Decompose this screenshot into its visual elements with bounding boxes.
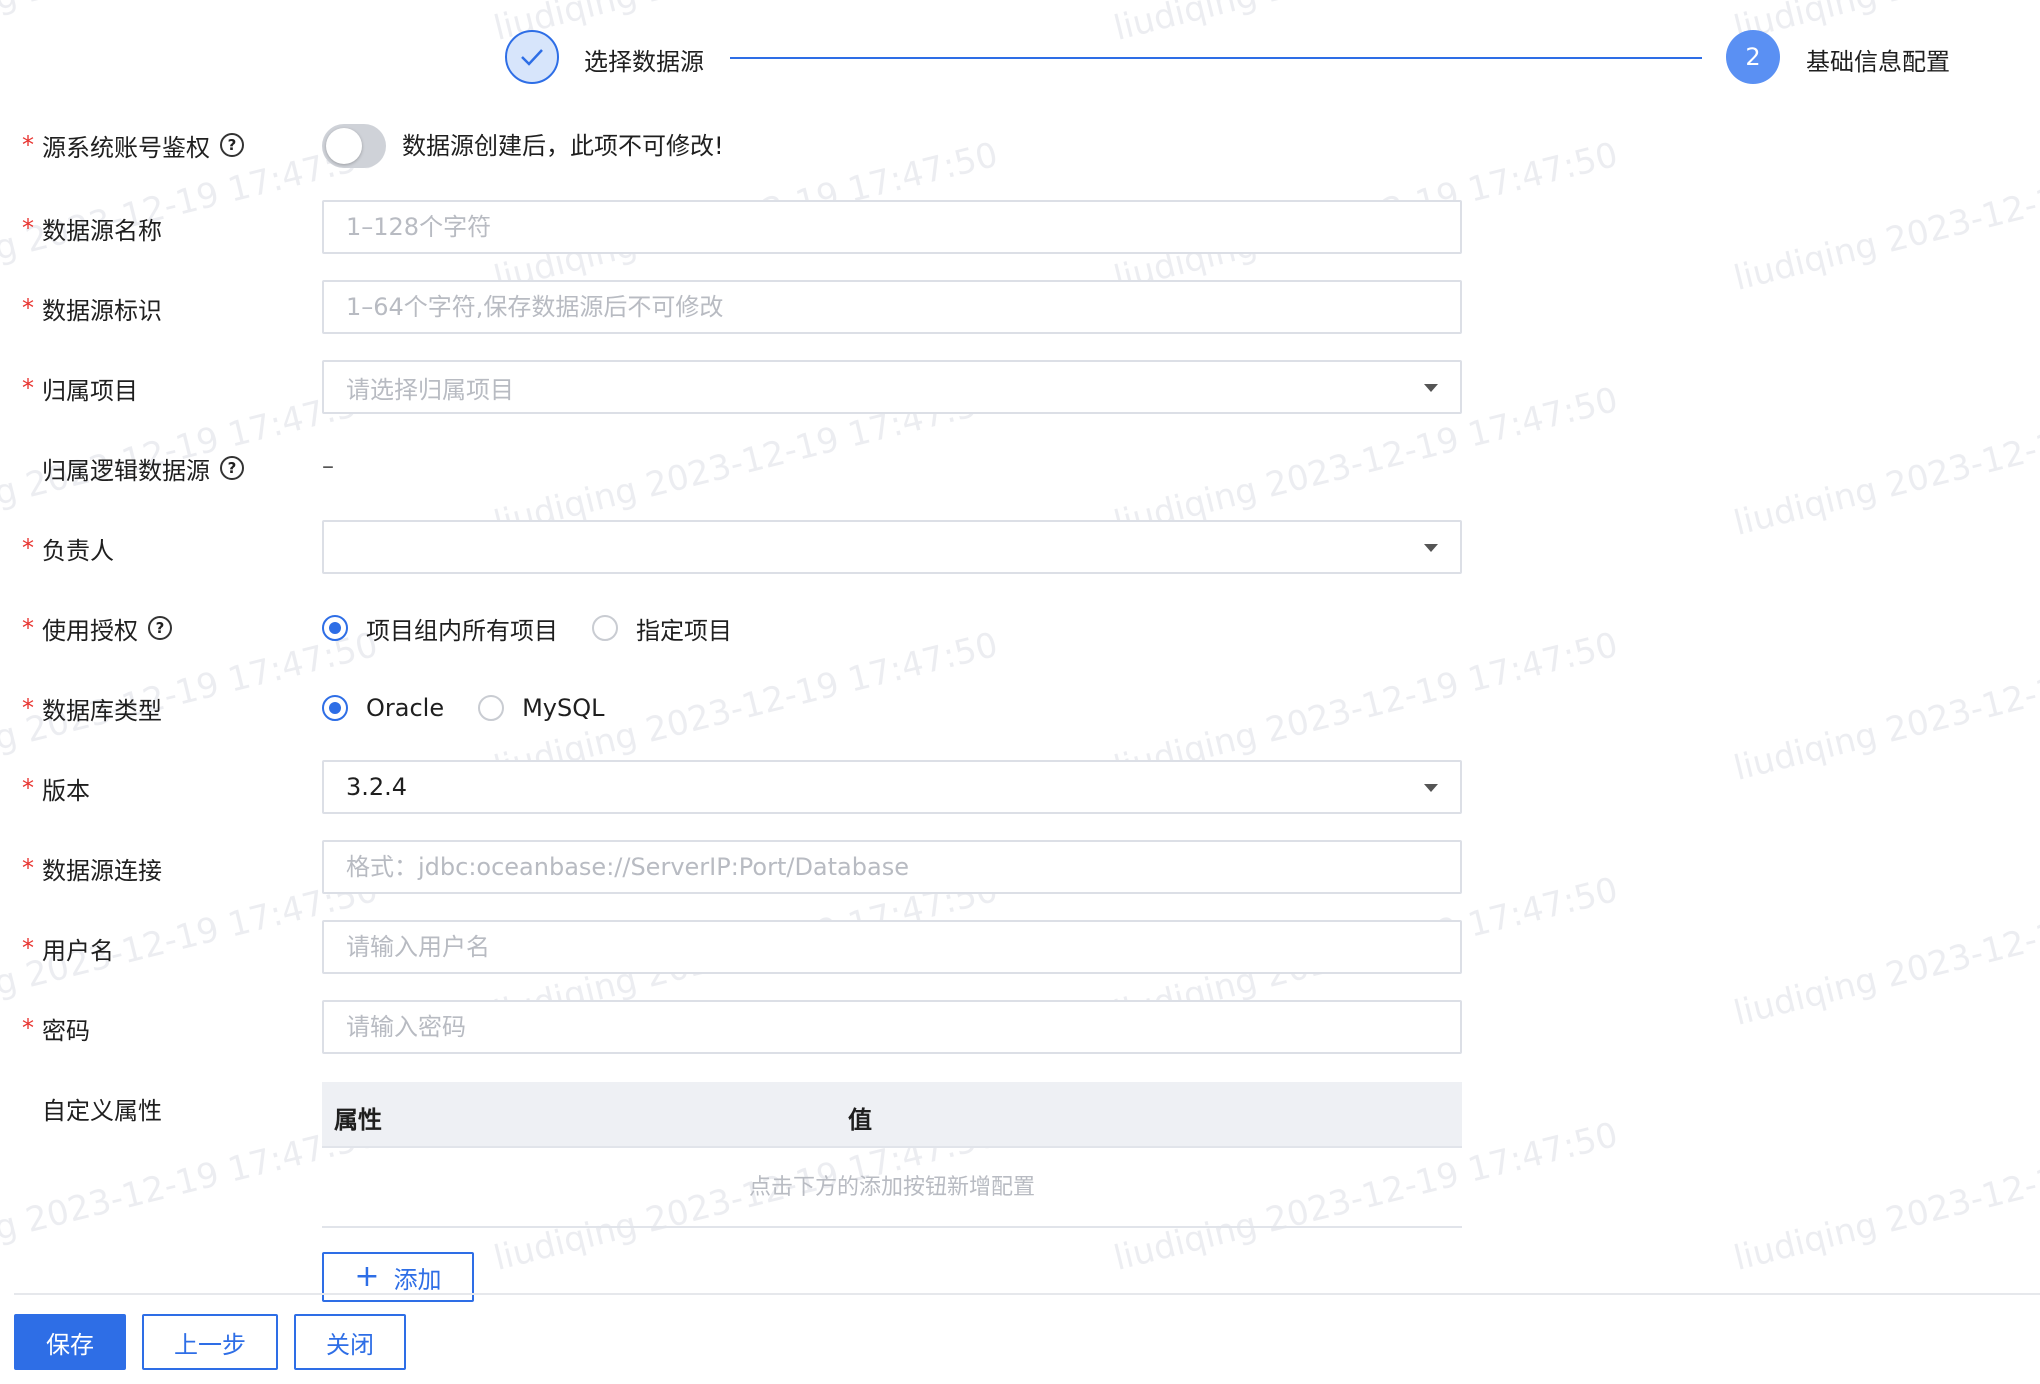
column-header-property: 属性 — [334, 1106, 382, 1134]
connection-input[interactable] — [322, 840, 1462, 894]
prev-step-button[interactable]: 上一步 — [142, 1314, 278, 1370]
name-input[interactable] — [322, 200, 1462, 254]
owner-select[interactable] — [322, 520, 1462, 574]
watermark-text: liudiqing 2023-12-19 17:47:50 — [1110, 0, 1622, 49]
help-icon[interactable]: ? — [220, 456, 244, 480]
radio-icon — [322, 615, 348, 641]
connection-label: * 数据源连接 — [22, 854, 162, 885]
identifier-input[interactable] — [322, 280, 1462, 334]
usage-auth-option-all[interactable]: 项目组内所有项目 — [322, 611, 558, 646]
radio-icon — [322, 695, 348, 721]
chevron-down-icon — [1424, 384, 1438, 392]
step-1-check-icon — [505, 30, 559, 84]
close-button[interactable]: 关闭 — [294, 1314, 406, 1370]
watermark-text: liudiqing 2023-12-19 17:47:50 — [1730, 380, 2040, 544]
step-2-number: 2 — [1726, 30, 1780, 84]
custom-props-label: 自定义属性 — [42, 1096, 162, 1125]
usage-auth-label: * 使用授权 ? — [22, 608, 172, 648]
watermark-text: liudiqing 2023-12-19 17:47:50 — [0, 0, 382, 49]
username-label: * 用户名 — [22, 934, 114, 965]
watermark-text: liudiqing 2023-12-19 17:47:50 — [490, 0, 1002, 49]
plus-icon: + — [354, 1259, 380, 1294]
version-label: * 版本 — [22, 774, 90, 805]
project-label: * 归属项目 — [22, 374, 138, 405]
watermark-text: liudiqing 2023-12-19 17:47:50 — [1730, 625, 2040, 789]
watermark-text: liudiqing 2023-12-19 17:47:50 — [1730, 135, 2040, 299]
radio-icon — [478, 695, 505, 721]
db-type-option-mysql[interactable]: MySQL — [478, 694, 605, 722]
logical-source-label: 归属逻辑数据源 ? — [22, 448, 244, 488]
save-button[interactable]: 保存 — [14, 1314, 126, 1370]
auth-note: 数据源创建后，此项不可修改! — [402, 132, 724, 160]
help-icon[interactable]: ? — [148, 616, 172, 640]
chevron-down-icon — [1424, 784, 1438, 792]
required-mark: * — [22, 131, 34, 159]
identifier-label: * 数据源标识 — [22, 294, 162, 325]
chevron-down-icon — [1424, 544, 1438, 552]
column-header-value: 值 — [848, 1106, 872, 1134]
step-1-title: 选择数据源 — [584, 48, 704, 76]
name-label: * 数据源名称 — [22, 214, 162, 245]
custom-props-empty-text: 点击下方的添加按钮新增配置 — [322, 1148, 1462, 1228]
help-icon[interactable]: ? — [220, 133, 244, 157]
footer-divider — [14, 1293, 2040, 1295]
db-type-label: * 数据库类型 — [22, 694, 162, 725]
toggle-knob — [326, 128, 362, 164]
step-connector — [730, 57, 1702, 59]
step-2-title: 基础信息配置 — [1806, 48, 1950, 76]
radio-icon — [592, 615, 618, 641]
watermark-text: liudiqing 2023-12-19 17:47:50 — [1730, 870, 2040, 1034]
version-select[interactable]: 3.2.4 — [322, 760, 1462, 814]
password-label: * 密码 — [22, 1014, 90, 1045]
usage-auth-option-specified[interactable]: 指定项目 — [592, 611, 732, 646]
watermark-text: liudiqing 2023-12-19 17:47:50 — [1730, 1115, 2040, 1279]
db-type-radio-group: Oracle MySQL — [322, 688, 639, 728]
custom-props-table-header: 属性 值 — [322, 1082, 1462, 1148]
usage-auth-radio-group: 项目组内所有项目 指定项目 — [322, 608, 766, 648]
auth-label: * 源系统账号鉴权 ? — [22, 125, 244, 165]
auth-toggle[interactable] — [322, 124, 386, 168]
owner-label: * 负责人 — [22, 534, 114, 565]
logical-source-value: – — [322, 452, 334, 480]
db-type-option-oracle[interactable]: Oracle — [322, 694, 444, 722]
project-select[interactable]: 请选择归属项目 — [322, 360, 1462, 414]
username-input[interactable] — [322, 920, 1462, 974]
password-input[interactable] — [322, 1000, 1462, 1054]
